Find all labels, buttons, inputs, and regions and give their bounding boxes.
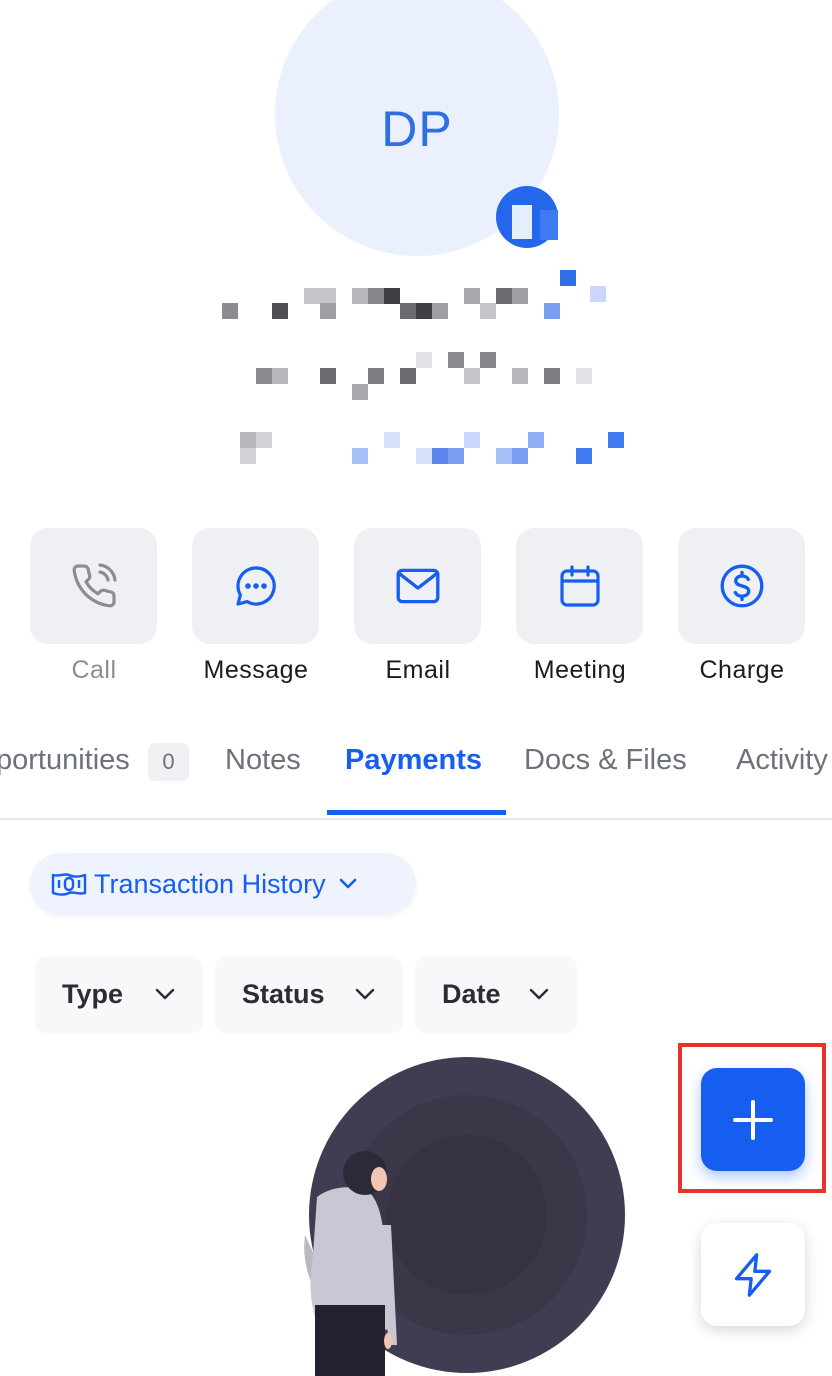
call-tile[interactable] bbox=[30, 528, 157, 644]
calendar-icon bbox=[559, 565, 600, 607]
charge-label: Charge bbox=[699, 656, 785, 684]
phone-icon bbox=[72, 563, 117, 608]
message-icon bbox=[235, 566, 276, 606]
charge-button[interactable]: Charge bbox=[678, 528, 806, 685]
active-tab-indicator bbox=[327, 810, 506, 815]
tab-notes[interactable]: Notes bbox=[225, 744, 301, 777]
add-payment-fab[interactable] bbox=[701, 1068, 805, 1171]
email-button[interactable]: Email bbox=[354, 528, 482, 685]
status-filter[interactable]: Status bbox=[216, 957, 402, 1031]
opportunities-count-badge: 0 bbox=[148, 743, 189, 781]
quick-action-fab[interactable] bbox=[701, 1223, 805, 1326]
email-tile[interactable] bbox=[354, 528, 481, 644]
chevron-down-icon bbox=[529, 988, 549, 1000]
tab-opportunities[interactable]: portunities bbox=[0, 744, 130, 777]
lightning-icon bbox=[734, 1252, 772, 1297]
meeting-tile[interactable] bbox=[516, 528, 643, 644]
message-label: Message bbox=[203, 656, 309, 684]
chevron-down-icon bbox=[339, 878, 356, 889]
chevron-down-icon bbox=[155, 988, 175, 1000]
tab-payments[interactable]: Payments bbox=[345, 744, 482, 777]
contact-tabs: portunities 0 Notes Payments Docs & File… bbox=[0, 730, 832, 820]
meeting-button[interactable]: Meeting bbox=[516, 528, 644, 685]
message-tile[interactable] bbox=[192, 528, 319, 644]
type-filter[interactable]: Type bbox=[36, 957, 202, 1031]
tab-activity[interactable]: Activity bbox=[736, 744, 828, 777]
chevron-down-icon bbox=[355, 988, 375, 1000]
date-filter-label: Date bbox=[442, 978, 501, 1009]
email-label: Email bbox=[385, 656, 451, 684]
meeting-label: Meeting bbox=[533, 656, 627, 684]
message-button[interactable]: Message bbox=[192, 528, 320, 685]
call-label: Call bbox=[71, 656, 117, 684]
type-filter-label: Type bbox=[62, 978, 124, 1009]
status-filter-label: Status bbox=[242, 978, 325, 1009]
avatar-initials: DP bbox=[381, 101, 453, 157]
plus-icon bbox=[733, 1099, 773, 1140]
dollar-icon bbox=[720, 564, 763, 608]
quick-actions: Call Message Email Meeting Charge bbox=[30, 528, 806, 688]
charge-tile[interactable] bbox=[678, 528, 805, 644]
date-filter[interactable]: Date bbox=[416, 957, 576, 1031]
tab-docs-files[interactable]: Docs & Files bbox=[524, 744, 687, 777]
transaction-history-label: Transaction History bbox=[94, 868, 326, 899]
email-icon bbox=[396, 568, 439, 604]
call-button[interactable]: Call bbox=[30, 528, 158, 685]
money-icon bbox=[51, 873, 87, 896]
transaction-history-dropdown[interactable]: Transaction History bbox=[30, 853, 416, 915]
empty-state-illustration bbox=[304, 1057, 625, 1376]
